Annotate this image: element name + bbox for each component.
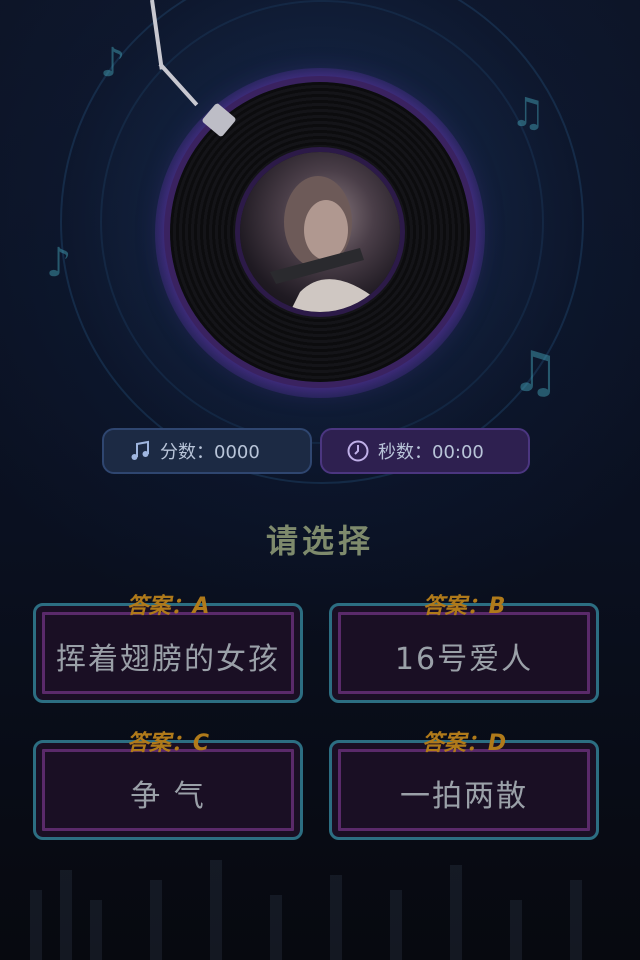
time-display: 秒数：00:00 (320, 428, 530, 474)
music-note-decor-icon: ♫ (510, 340, 561, 405)
prompt-title: 请选择 (265, 522, 374, 560)
answer-tag-b: 答案：B (422, 594, 506, 619)
answer-text-c: 争 气 (130, 779, 206, 814)
answer-option-c[interactable]: 答案：C 争 气 (33, 731, 303, 840)
singer-photo (270, 176, 380, 312)
score-display: 分数：0000 (102, 428, 312, 474)
music-note-decor-icon: ♪ (100, 40, 126, 86)
score-label: 分数：0000 (160, 442, 260, 463)
answer-tag-d: 答案：D (421, 731, 507, 756)
answer-text-b: 16号爱人 (394, 642, 534, 677)
answer-tag-c: 答案：C (126, 731, 210, 756)
answer-option-b[interactable]: 答案：B 16号爱人 (329, 594, 599, 703)
music-note-icon (131, 440, 149, 460)
clock-icon (347, 440, 369, 462)
album-cover (240, 152, 400, 312)
answer-option-a[interactable]: 答案：A 挥着翅膀的女孩 (33, 594, 303, 703)
answer-option-d[interactable]: 答案：D 一拍两散 (329, 731, 599, 840)
answer-text-a: 挥着翅膀的女孩 (56, 642, 280, 677)
answer-text-d: 一拍两散 (400, 779, 528, 814)
answer-tag-a: 答案：A (126, 594, 210, 619)
music-note-decor-icon: ♪ (46, 240, 72, 286)
time-label: 秒数：00:00 (378, 442, 484, 463)
music-note-decor-icon: ♫ (510, 90, 546, 136)
